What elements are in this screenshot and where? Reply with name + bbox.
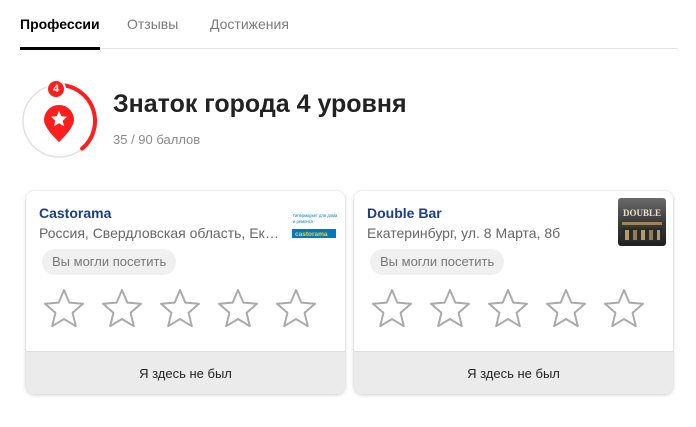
visit-badge: Вы могли посетить xyxy=(42,249,177,275)
level-number: 4 xyxy=(52,83,60,95)
double-bar-sign-text: DOUBLE xyxy=(623,208,661,218)
not-visited-button[interactable]: Я здесь не был xyxy=(354,351,673,394)
place-name[interactable]: Double Bar xyxy=(367,205,442,221)
castorama-logo: Гипермаркет для дома и ремонта castorama xyxy=(290,198,338,246)
star-icon-5[interactable] xyxy=(274,287,318,331)
star-icon-1[interactable] xyxy=(370,287,414,331)
star-icon-4[interactable] xyxy=(216,287,260,331)
star-icon-2[interactable] xyxy=(100,287,144,331)
tab-reviews[interactable]: Отзывы xyxy=(127,16,178,32)
double-bar-photo: DOUBLE xyxy=(618,198,666,246)
not-visited-button[interactable]: Я здесь не был xyxy=(26,351,345,394)
castorama-tagline-line1: Гипермаркет для дома xyxy=(293,213,338,218)
place-name[interactable]: Castorama xyxy=(39,205,111,221)
castorama-logo-text: castorama xyxy=(295,231,328,238)
visit-badge: Вы могли посетить xyxy=(370,249,505,275)
star-icon-3[interactable] xyxy=(486,287,530,331)
star-icon-3[interactable] xyxy=(158,287,202,331)
tabs-bar: Профессии Отзывы Достижения xyxy=(20,0,678,50)
place-address: Екатеринбург, ул. 8 Марта, 8б xyxy=(367,225,561,241)
tab-achievements[interactable]: Достижения xyxy=(210,16,289,32)
place-card-double-bar: Double Bar Екатеринбург, ул. 8 Марта, 8б… xyxy=(354,191,673,394)
place-card-castorama: Castorama Россия, Свердловская область, … xyxy=(26,191,345,394)
star-icon-1[interactable] xyxy=(42,287,86,331)
star-icon-5[interactable] xyxy=(602,287,646,331)
level-title: Знаток города 4 уровня xyxy=(113,90,407,118)
castorama-tagline-line2: и ремонта xyxy=(293,219,314,224)
tab-professions[interactable]: Профессии xyxy=(20,16,100,50)
place-address: Россия, Свердловская область, Екатеринбу… xyxy=(39,225,284,241)
star-icon-4[interactable] xyxy=(544,287,588,331)
level-score: 35 / 90 баллов xyxy=(113,132,201,147)
star-icon-2[interactable] xyxy=(428,287,472,331)
